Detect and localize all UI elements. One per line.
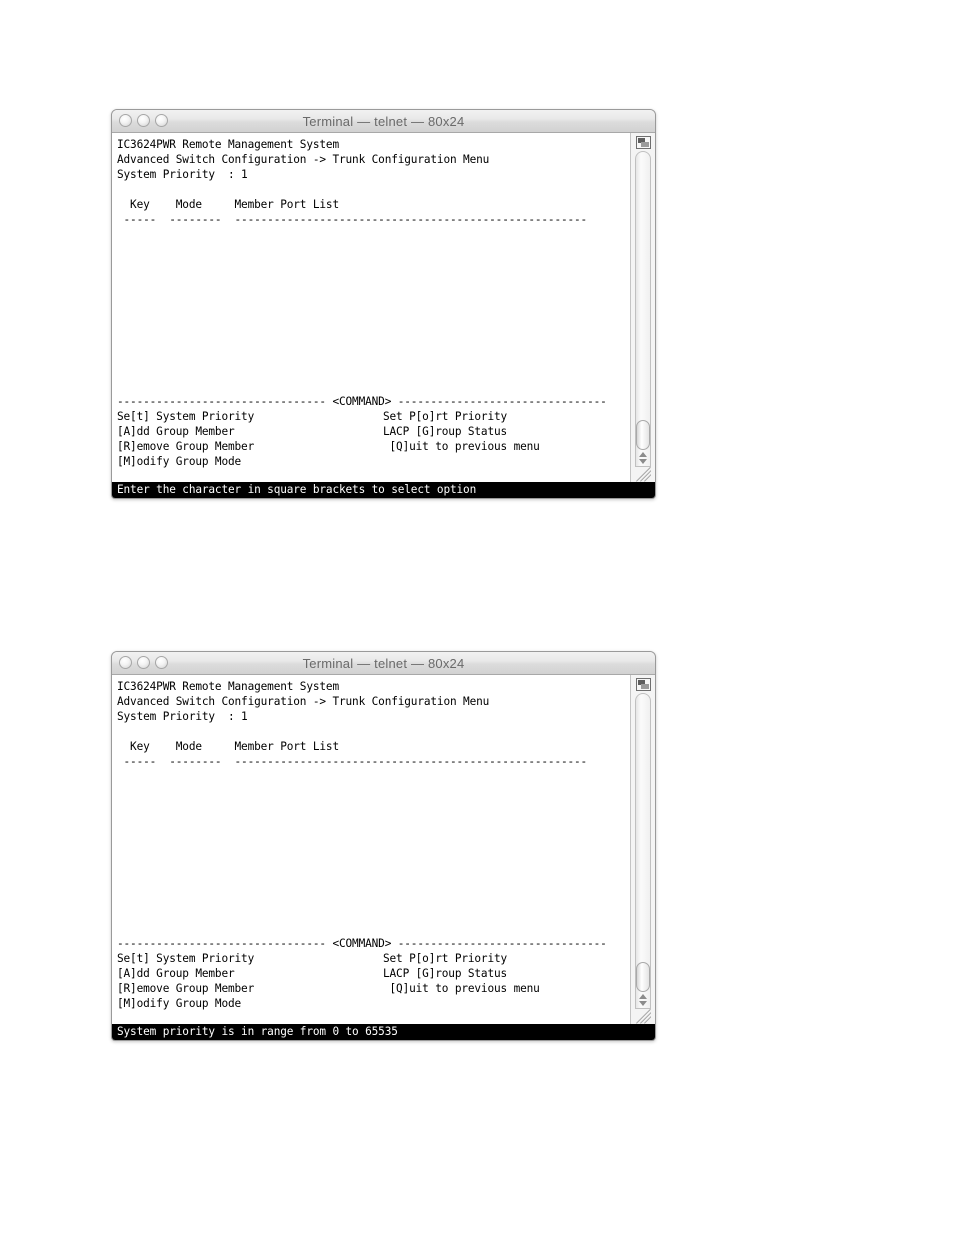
terminal-screen[interactable]: IC3624PWR Remote Management System Advan… — [112, 133, 630, 482]
status-bar: Enter the character in square brackets t… — [112, 482, 655, 498]
menu-row: [M]odify Group Mode — [117, 996, 630, 1011]
command-divider: -------------------------------- <COMMAN… — [117, 936, 607, 950]
system-priority-line: System Priority : 1 — [117, 710, 248, 724]
header-line-2: Advanced Switch Configuration -> Trunk C… — [117, 153, 490, 167]
menu-item-lacp-group-status[interactable]: LACP [G]roup Status — [383, 966, 507, 981]
table-column-headers: Key Mode Member Port List — [117, 740, 339, 754]
table-empty-area — [117, 770, 630, 936]
menu-item-remove-group-member[interactable]: [R]emove Group Member — [117, 981, 383, 996]
table-empty-area — [117, 228, 630, 394]
scrollbar-thumb[interactable] — [636, 962, 650, 992]
menu-item-set-system-priority[interactable]: Se[t] System Priority — [117, 409, 383, 424]
window-controls[interactable] — [119, 656, 168, 669]
menu-item-set-port-priority[interactable]: Set P[o]rt Priority — [383, 409, 507, 424]
menu-row: [R]emove Group Member [Q]uit to previous… — [117, 439, 630, 454]
resize-grip-icon[interactable] — [635, 1009, 651, 1024]
window-title: Terminal — telnet — 80x24 — [302, 655, 465, 671]
terminal-screen-icon — [635, 678, 651, 691]
zoom-button[interactable] — [155, 114, 168, 127]
terminal-screen[interactable]: IC3624PWR Remote Management System Advan… — [112, 675, 630, 1024]
close-button[interactable] — [119, 656, 132, 669]
table-separator: ----- -------- -------------------------… — [117, 213, 588, 227]
scrollbar-track[interactable] — [635, 151, 651, 450]
menu-row: [A]dd Group Member LACP [G]roup Status — [117, 966, 630, 981]
terminal-window-2[interactable]: Terminal — telnet — 80x24 IC3624PWR Remo… — [111, 651, 656, 1041]
menu-item-add-group-member[interactable]: [A]dd Group Member — [117, 966, 383, 981]
resize-grip-icon[interactable] — [635, 467, 651, 482]
menu-item-modify-group-mode[interactable]: [M]odify Group Mode — [117, 454, 383, 469]
menu-item-set-port-priority[interactable]: Set P[o]rt Priority — [383, 951, 507, 966]
menu-row: [M]odify Group Mode — [117, 454, 630, 469]
scrollbar-thumb[interactable] — [636, 420, 650, 450]
menu-item-quit[interactable]: [Q]uit to previous menu — [383, 439, 540, 454]
scrollbar-arrows[interactable] — [635, 450, 651, 467]
window-titlebar[interactable]: Terminal — telnet — 80x24 — [112, 652, 655, 675]
table-separator: ----- -------- -------------------------… — [117, 755, 588, 769]
menu-item-set-system-priority[interactable]: Se[t] System Priority — [117, 951, 383, 966]
zoom-button[interactable] — [155, 656, 168, 669]
terminal-window-1[interactable]: Terminal — telnet — 80x24 IC3624PWR Remo… — [111, 109, 656, 499]
scrollbar-column[interactable] — [630, 133, 655, 482]
window-body: IC3624PWR Remote Management System Advan… — [112, 133, 655, 482]
system-priority-line: System Priority : 1 — [117, 168, 248, 182]
window-body: IC3624PWR Remote Management System Advan… — [112, 675, 655, 1024]
command-divider: -------------------------------- <COMMAN… — [117, 394, 607, 408]
command-prompt-line[interactable]: Enter system priority for LACP> — [117, 1011, 630, 1024]
scrollbar-column[interactable] — [630, 675, 655, 1024]
window-title: Terminal — telnet — 80x24 — [302, 113, 465, 129]
window-titlebar[interactable]: Terminal — telnet — 80x24 — [112, 110, 655, 133]
scroll-up-arrow-icon[interactable] — [639, 452, 647, 457]
menu-row: [R]emove Group Member [Q]uit to previous… — [117, 981, 630, 996]
table-column-headers: Key Mode Member Port List — [117, 198, 339, 212]
menu-row: [A]dd Group Member LACP [G]roup Status — [117, 424, 630, 439]
menu-item-quit[interactable]: [Q]uit to previous menu — [383, 981, 540, 996]
menu-item-modify-group-mode[interactable]: [M]odify Group Mode — [117, 996, 383, 1011]
scroll-up-arrow-icon[interactable] — [639, 994, 647, 999]
header-line-1: IC3624PWR Remote Management System — [117, 680, 339, 693]
header-line-1: IC3624PWR Remote Management System — [117, 138, 339, 151]
minimize-button[interactable] — [137, 656, 150, 669]
menu-item-add-group-member[interactable]: [A]dd Group Member — [117, 424, 383, 439]
command-prompt-line[interactable]: Command> — [117, 469, 630, 482]
terminal-screen-icon — [635, 136, 651, 149]
scroll-down-arrow-icon[interactable] — [639, 1001, 647, 1006]
scrollbar-track[interactable] — [635, 693, 651, 992]
window-controls[interactable] — [119, 114, 168, 127]
menu-row: Se[t] System Priority Set P[o]rt Priorit… — [117, 951, 630, 966]
minimize-button[interactable] — [137, 114, 150, 127]
scrollbar-arrows[interactable] — [635, 992, 651, 1009]
scroll-down-arrow-icon[interactable] — [639, 459, 647, 464]
close-button[interactable] — [119, 114, 132, 127]
menu-item-lacp-group-status[interactable]: LACP [G]roup Status — [383, 424, 507, 439]
header-line-2: Advanced Switch Configuration -> Trunk C… — [117, 695, 490, 709]
menu-item-remove-group-member[interactable]: [R]emove Group Member — [117, 439, 383, 454]
status-bar: System priority is in range from 0 to 65… — [112, 1024, 655, 1040]
menu-row: Se[t] System Priority Set P[o]rt Priorit… — [117, 409, 630, 424]
